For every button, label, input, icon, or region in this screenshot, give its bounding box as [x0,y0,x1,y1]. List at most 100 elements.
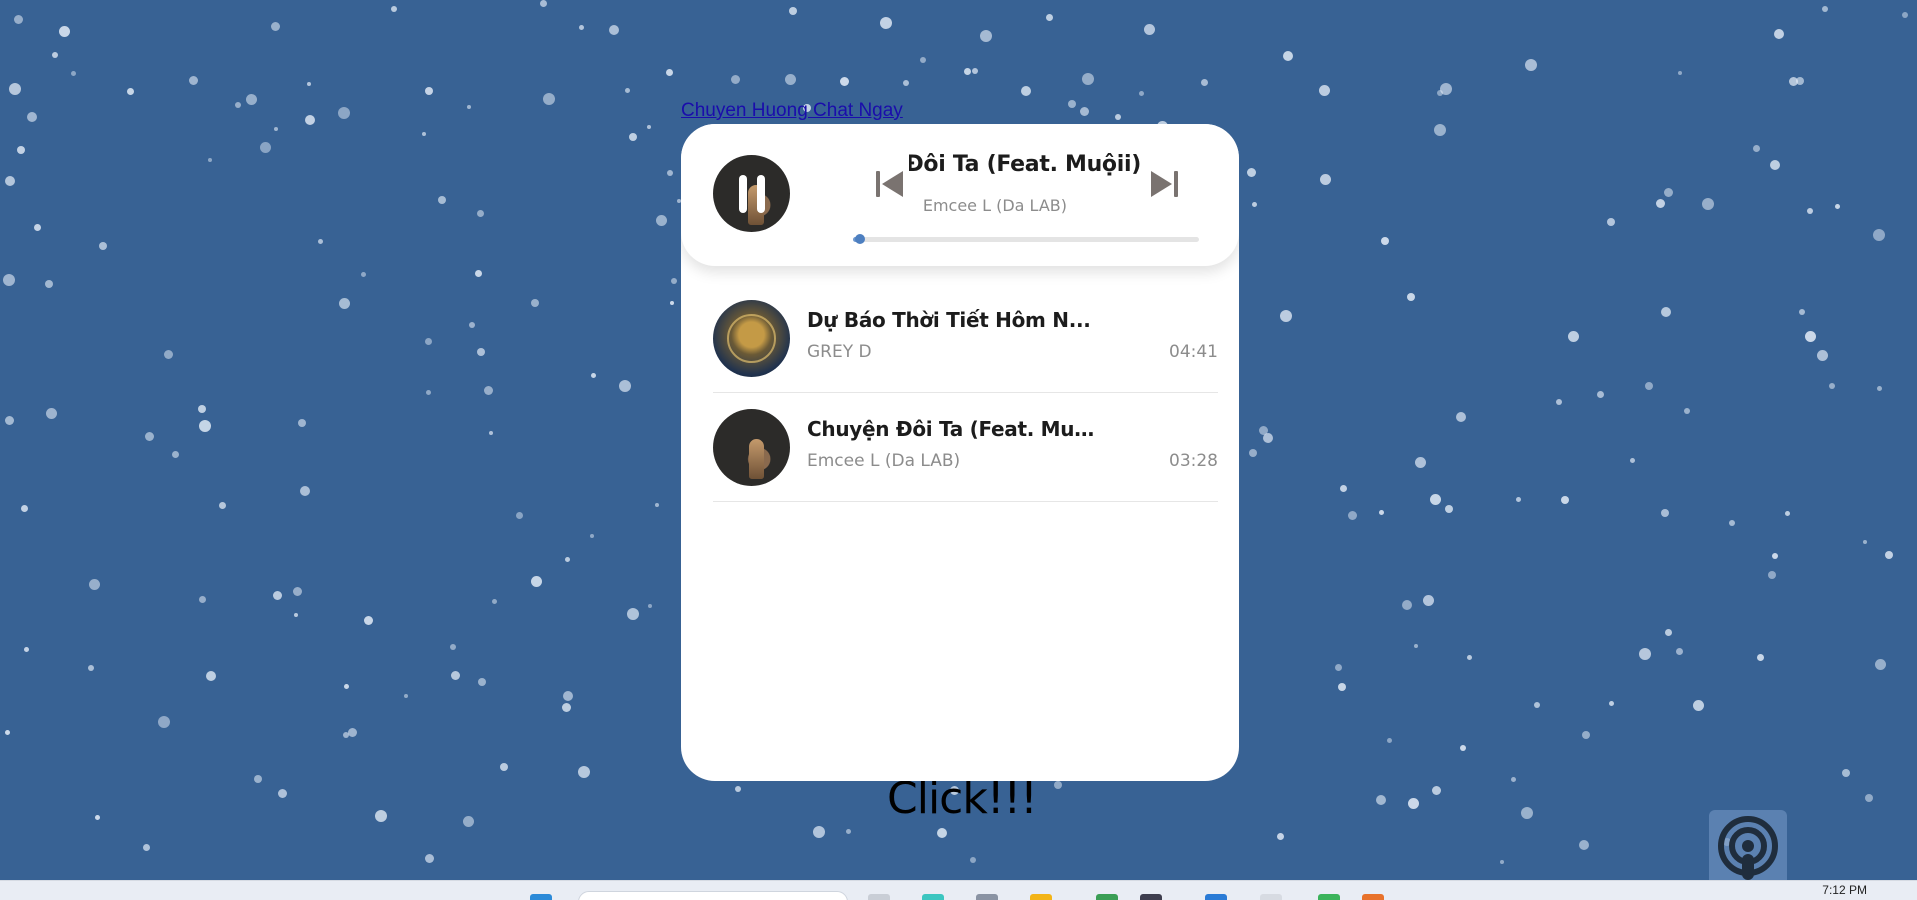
snowflake [260,142,271,153]
podcast-icon[interactable] [1709,810,1787,888]
snowflake [189,76,198,85]
snowflake [1283,51,1293,61]
snowflake [656,215,667,226]
snowflake [1460,745,1466,751]
redirect-chat-link[interactable]: Chuyen Huong Chat Ngay [681,100,903,122]
snowflake [1252,202,1257,207]
start-icon[interactable] [530,894,552,900]
progress-bar[interactable] [853,234,1199,244]
snowflake [1661,509,1669,517]
playlist: Dự Báo Thời Tiết Hôm N... GREY D 04:41 C… [681,284,1239,502]
progress-thumb[interactable] [854,234,865,244]
snowflake [294,613,298,617]
snowflake [1665,629,1672,636]
snowflake [477,348,485,356]
snowflake [1021,86,1031,96]
snowflake [450,644,456,650]
taskbar-app-icon[interactable] [1260,894,1282,900]
snowflake [5,730,10,735]
taskbar-app-icon[interactable] [868,894,890,900]
snowflake [1597,391,1604,398]
snowflake [489,431,493,435]
list-item[interactable]: Dự Báo Thời Tiết Hôm N... GREY D 04:41 [713,284,1218,393]
snowflake [145,432,154,441]
snowflake [1772,553,1778,559]
snowflake [475,270,482,277]
snowflake [293,587,302,596]
snowflake [562,703,571,712]
taskbar-app-icon[interactable] [1318,894,1340,900]
taskbar-app-icon[interactable] [1205,894,1227,900]
snowflake [590,534,594,538]
snowflake [246,94,257,105]
snowflake [469,322,475,328]
snowflake [172,451,179,458]
snowflake [344,684,349,689]
next-track-icon[interactable] [1147,167,1181,201]
snowflake [375,810,387,822]
snowflake [667,170,673,176]
snowflake [1434,124,1446,136]
snowflake [1664,188,1673,197]
snowflake [1645,382,1653,390]
snowflake [343,732,349,738]
snowflake [563,691,573,701]
snowflake [671,278,677,284]
snowflake [1630,458,1635,463]
snowflake [1902,12,1908,18]
snowflake [318,239,323,244]
snowflake [361,272,366,277]
snowflake [99,242,107,250]
snowflake [451,671,460,680]
snowflake [1805,331,1816,342]
snowflake [1877,386,1882,391]
snowflake [1280,310,1292,322]
track-artist: GREY D [807,342,872,362]
list-item[interactable]: Chuyện Đôi Ta (Feat. Muộii) Emcee L (Da … [713,393,1218,502]
snowflake [1402,600,1412,610]
snowflake [880,17,892,29]
snowflake [404,694,408,698]
pause-icon[interactable] [739,175,765,213]
snowflake [1277,833,1284,840]
snowflake [463,816,474,827]
snowflake [1511,777,1516,782]
snowflake [625,88,630,93]
snowflake [1789,77,1798,86]
snowflake [1408,798,1419,809]
snowflake [199,596,206,603]
snowflake [348,728,357,737]
taskbar-app-icon[interactable] [976,894,998,900]
snowflake [422,132,426,136]
snowflake [1693,700,1704,711]
snowflake [27,112,37,122]
taskbar-search-input[interactable] [578,891,848,900]
snowflake [478,678,486,686]
taskbar-app-icon[interactable] [1030,894,1052,900]
snowflake [1387,738,1392,743]
taskbar-app-icon[interactable] [922,894,944,900]
snowflake [1516,497,1521,502]
snowflake [1676,648,1683,655]
snowflake [339,298,350,309]
snowflake [1661,307,1671,317]
snowflake [158,716,170,728]
snowflake [164,350,173,359]
snowflake [24,647,29,652]
snowflake [903,80,909,86]
snowflake [425,87,433,95]
snowflake [1678,71,1682,75]
snowflake [198,405,206,413]
snowflake [540,0,547,7]
snowflake [1082,73,1094,85]
player-card: Chuyện Đôi Ta (Feat. Muộii) Emcee L (Da … [681,124,1239,781]
taskbar-app-icon[interactable] [1362,894,1384,900]
snowflake [565,557,570,562]
snowflake [735,786,741,792]
snowflake [1080,107,1089,116]
snowflake [531,299,539,307]
snowflake [273,591,282,600]
taskbar-app-icon[interactable] [1096,894,1118,900]
snowflake [14,15,23,24]
taskbar-app-icon[interactable] [1140,894,1162,900]
